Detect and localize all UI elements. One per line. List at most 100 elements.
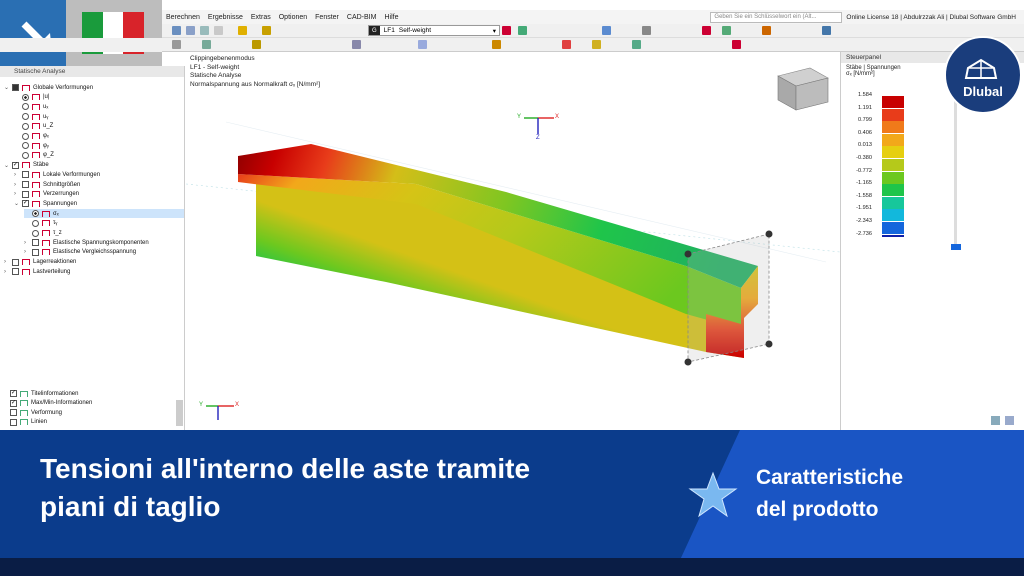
chevron-down-icon[interactable]: ⌄ [14,200,20,207]
model-icon[interactable] [642,26,651,35]
menu-optionen[interactable]: Optionen [275,14,311,21]
display-icon[interactable] [602,26,611,35]
tree-item[interactable]: τᵧ [24,219,184,228]
tree-item[interactable]: › Verzerrungen [14,190,184,199]
checkbox[interactable] [22,200,29,208]
tool-icon[interactable] [722,26,731,35]
table-icon[interactable] [214,26,223,35]
radio-button[interactable] [32,210,39,218]
tree-item[interactable]: φₓ [14,132,184,141]
radio-button[interactable] [32,219,39,227]
checkbox[interactable] [22,190,29,198]
checkbox[interactable] [22,171,29,179]
filter-icon[interactable] [352,40,361,49]
tree-item[interactable]: |u| [14,93,184,102]
display-option-item[interactable]: Titelinformationen [10,389,78,398]
menu-berechnen[interactable]: Berechnen [162,14,204,21]
load-case-selector[interactable]: G LF1 Self-weight ▾ [368,25,500,36]
tree-item[interactable]: › Lastverteilung [4,267,184,276]
chevron-right-icon[interactable]: › [4,269,10,275]
radio-button[interactable] [22,103,29,111]
chevron-right-icon[interactable]: › [14,191,20,197]
checkbox[interactable] [12,268,19,276]
calc-icon[interactable] [502,26,511,35]
tree-item[interactable]: ⌄ Globale Verformungen [4,83,184,92]
chevron-right-icon[interactable]: › [4,259,10,265]
tool-icon[interactable] [492,40,501,49]
result-icon[interactable] [518,26,527,35]
tree-item[interactable]: › Lokale Verformungen [14,170,184,179]
tree-item[interactable]: φᵧ [14,141,184,150]
select-icon[interactable] [172,40,181,49]
tool-icon[interactable] [562,40,571,49]
tool-icon[interactable] [632,40,641,49]
checkbox[interactable] [12,161,19,169]
chevron-right-icon[interactable]: › [14,172,20,178]
chevron-down-icon[interactable]: ⌄ [4,84,10,91]
tree-item[interactable]: ⌄ Stäbe [4,161,184,170]
chevron-right-icon[interactable]: › [24,249,30,255]
menu-fenster[interactable]: Fenster [311,14,343,21]
radio-button[interactable] [32,229,39,237]
close-icon[interactable] [702,26,711,35]
chevron-down-icon[interactable]: ▾ [493,27,496,35]
settings-icon[interactable] [1005,416,1014,425]
grid-icon[interactable] [200,26,209,35]
tree-item[interactable]: τ_z [24,229,184,238]
menu-ergebnisse[interactable]: Ergebnisse [204,14,247,21]
legend-slider-handle[interactable] [951,244,961,250]
model-viewport[interactable] [185,52,841,430]
menu-cad-bim[interactable]: CAD-BIM [343,14,381,21]
folder-icon[interactable] [262,26,271,35]
checkbox[interactable] [10,399,17,407]
tool-icon[interactable] [822,26,831,35]
display-option-item[interactable]: Linien [10,418,47,427]
radio-button[interactable] [22,142,29,150]
chevron-right-icon[interactable]: › [24,240,30,246]
radio-button[interactable] [22,93,29,101]
radio-button[interactable] [22,113,29,121]
display-option-item[interactable]: Max/Min-Informationen [10,399,92,408]
tree-item[interactable]: › Lagerreaktionen [4,258,184,267]
checkbox[interactable] [12,84,19,91]
tree-item[interactable]: u_Z [14,122,184,131]
tree-item[interactable]: φ_Z [14,151,184,160]
checkbox[interactable] [10,418,17,426]
tree-item[interactable]: uₓ [14,102,184,111]
checkbox[interactable] [32,239,39,247]
view-icon[interactable] [186,26,195,35]
tree-item[interactable]: σₓ [24,209,184,219]
tree-item[interactable]: › Elastische Vergleichsspannung [24,248,184,257]
chevron-right-icon[interactable]: › [14,182,20,188]
checkbox[interactable] [32,248,39,256]
checkbox[interactable] [12,258,19,266]
member-icon[interactable] [252,40,261,49]
tree-item[interactable]: › Elastische Spannungskomponenten [24,238,184,247]
checkbox[interactable] [10,390,17,397]
radio-button[interactable] [22,151,29,159]
clipping-plane[interactable] [687,233,770,363]
view-icon[interactable] [172,26,181,35]
view-cube[interactable] [777,67,829,111]
scrollbar[interactable] [176,400,183,426]
tree-item[interactable]: › Schnittgrößen [14,180,184,189]
diagram-icon[interactable] [418,40,427,49]
export-icon[interactable] [991,416,1000,425]
chevron-down-icon[interactable]: ⌄ [4,162,10,169]
edit-icon[interactable] [238,26,247,35]
tree-item[interactable]: ⌄ Spannungen [14,199,184,208]
menu-hilfe[interactable]: Hilfe [380,14,402,21]
radio-button[interactable] [22,122,29,130]
checkbox[interactable] [22,181,29,188]
close-icon[interactable] [732,40,741,49]
tree-item[interactable]: uᵧ [14,112,184,121]
menu-extras[interactable]: Extras [247,14,275,21]
display-option-item[interactable]: Verformung [10,408,62,417]
keyword-search-input[interactable]: Geben Sie ein Schlüsselwort ein (Alt... [710,11,843,23]
checkbox[interactable] [10,409,17,416]
tool-icon[interactable] [592,40,601,49]
tool-icon[interactable] [762,26,771,35]
radio-button[interactable] [22,132,29,140]
legend-slider-track[interactable] [954,88,957,248]
node-icon[interactable] [202,40,211,49]
